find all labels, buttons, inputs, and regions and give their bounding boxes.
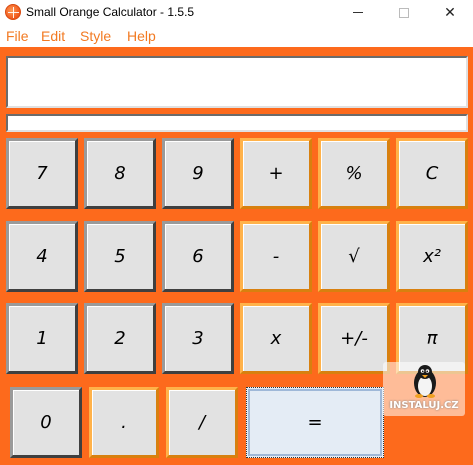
key-8[interactable]: 8	[84, 138, 156, 209]
key-0[interactable]: 0	[10, 387, 82, 458]
key-sqrt[interactable]: √	[318, 221, 390, 292]
key-plus[interactable]: +	[240, 138, 312, 209]
watermark: INSTALUJ.CZ	[383, 362, 465, 416]
menu-edit[interactable]: Edit	[41, 28, 65, 44]
key-percent[interactable]: %	[318, 138, 390, 209]
menu-bar: File Edit Style Help	[0, 25, 473, 47]
window-title: Small Orange Calculator - 1.5.5	[26, 5, 195, 19]
key-7[interactable]: 7	[6, 138, 78, 209]
close-button[interactable]: ✕	[427, 0, 473, 25]
key-9[interactable]: 9	[162, 138, 234, 209]
key-decimal[interactable]: .	[89, 387, 159, 458]
key-3[interactable]: 3	[162, 303, 234, 374]
calculator-app-icon	[5, 4, 21, 20]
menu-help[interactable]: Help	[127, 28, 156, 44]
secondary-display[interactable]	[6, 114, 468, 132]
main-display[interactable]	[6, 56, 468, 108]
watermark-text: INSTALUJ.CZ	[389, 400, 459, 411]
minimize-icon	[353, 12, 363, 13]
minimize-button[interactable]	[335, 0, 381, 25]
key-divide[interactable]: /	[166, 387, 238, 458]
maximize-button[interactable]	[381, 0, 427, 25]
key-4[interactable]: 4	[6, 221, 78, 292]
key-1[interactable]: 1	[6, 303, 78, 374]
key-square[interactable]: x²	[396, 221, 468, 292]
key-equals[interactable]: =	[246, 387, 384, 458]
maximize-icon	[399, 7, 409, 18]
key-minus[interactable]: -	[240, 221, 312, 292]
calculator-body: 7 8 9 + % C 4 5 6 - √ x² 1 2 3 x +/- π 0…	[0, 47, 473, 465]
key-6[interactable]: 6	[162, 221, 234, 292]
menu-style[interactable]: Style	[80, 28, 111, 44]
key-2[interactable]: 2	[84, 303, 156, 374]
menu-file[interactable]: File	[6, 28, 29, 44]
key-negate[interactable]: +/-	[318, 303, 390, 374]
key-clear[interactable]: C	[396, 138, 468, 209]
key-multiply[interactable]: x	[240, 303, 312, 374]
tux-penguin-icon	[414, 365, 436, 398]
title-bar: Small Orange Calculator - 1.5.5 ✕	[0, 0, 473, 25]
key-5[interactable]: 5	[84, 221, 156, 292]
